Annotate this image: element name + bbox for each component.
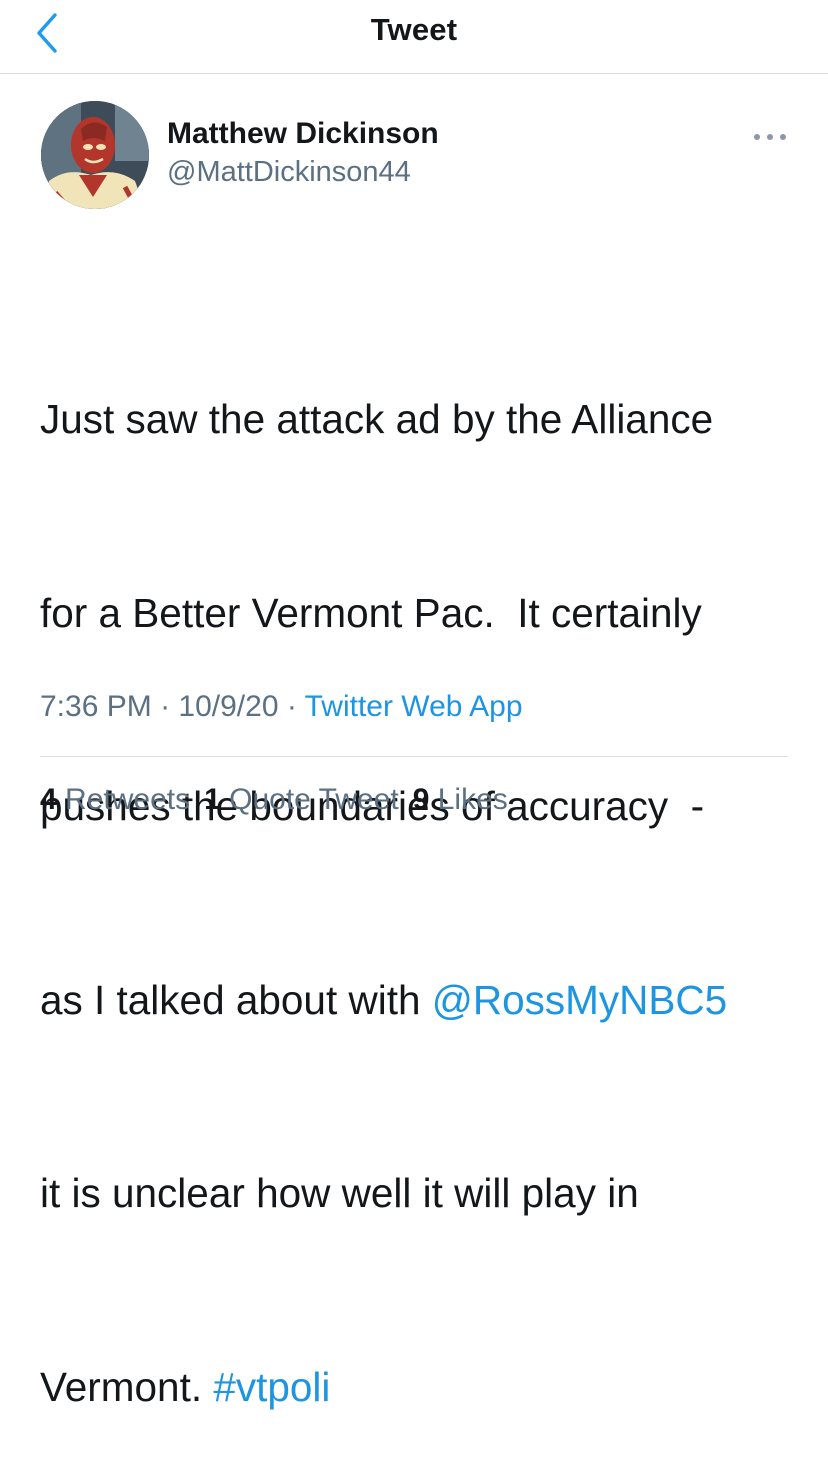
author-handle[interactable]: @MattDickinson44: [167, 156, 411, 189]
likes-stat[interactable]: 9 Likes: [413, 783, 508, 816]
meta-separator: ·: [278, 690, 305, 723]
tweet-source-link[interactable]: Twitter Web App: [305, 690, 523, 723]
quote-tweets-stat[interactable]: 1 Quote Tweet: [204, 783, 399, 816]
divider: [40, 756, 788, 757]
profile-photo: [41, 101, 149, 209]
mention-link[interactable]: @RossMyNBC5: [432, 977, 727, 1023]
tweet-date: 10/9/20: [178, 690, 279, 723]
tweet-line: Vermont. #vtpoli: [40, 1355, 800, 1420]
quote-tweets-count: 1: [204, 783, 221, 816]
engagement-stats: 4 Retweets 1 Quote Tweet 9 Likes: [40, 783, 522, 817]
avatar[interactable]: [41, 101, 149, 209]
more-options-button[interactable]: [748, 122, 792, 152]
likes-label: Likes: [437, 783, 508, 816]
meta-separator: ·: [151, 690, 179, 723]
tweet-line-text: Vermont.: [40, 1363, 214, 1410]
tweet-line-text: as I talked about with: [40, 976, 432, 1023]
tweet-metadata: 7:36 PM · 10/9/20 · Twitter Web App: [40, 690, 523, 724]
tweet-line: as I talked about with @RossMyNBC5: [40, 968, 800, 1033]
tweet-time: 7:36 PM: [40, 690, 152, 723]
more-dots-icon: [754, 134, 786, 140]
page-title: Tweet: [370, 12, 458, 47]
retweets-stat[interactable]: 4 Retweets: [40, 783, 190, 816]
tweet-line: it is unclear how well it will play in: [40, 1170, 639, 1216]
tweet-line: Just saw the attack ad by the Alliance: [40, 396, 714, 442]
tweet-line: for a Better Vermont Pac. It certainly: [40, 589, 702, 636]
likes-count: 9: [412, 783, 430, 816]
retweets-label: Retweets: [65, 783, 191, 816]
quote-tweets-label: Quote Tweet: [229, 783, 399, 816]
hashtag-link[interactable]: #vtpoli: [213, 1364, 330, 1410]
navigation-bar: Tweet: [0, 0, 828, 74]
author-name[interactable]: Matthew Dickinson: [167, 117, 439, 151]
retweets-count: 4: [40, 783, 57, 816]
tweet-text: Just saw the attack ad by the Alliance f…: [40, 258, 800, 1484]
